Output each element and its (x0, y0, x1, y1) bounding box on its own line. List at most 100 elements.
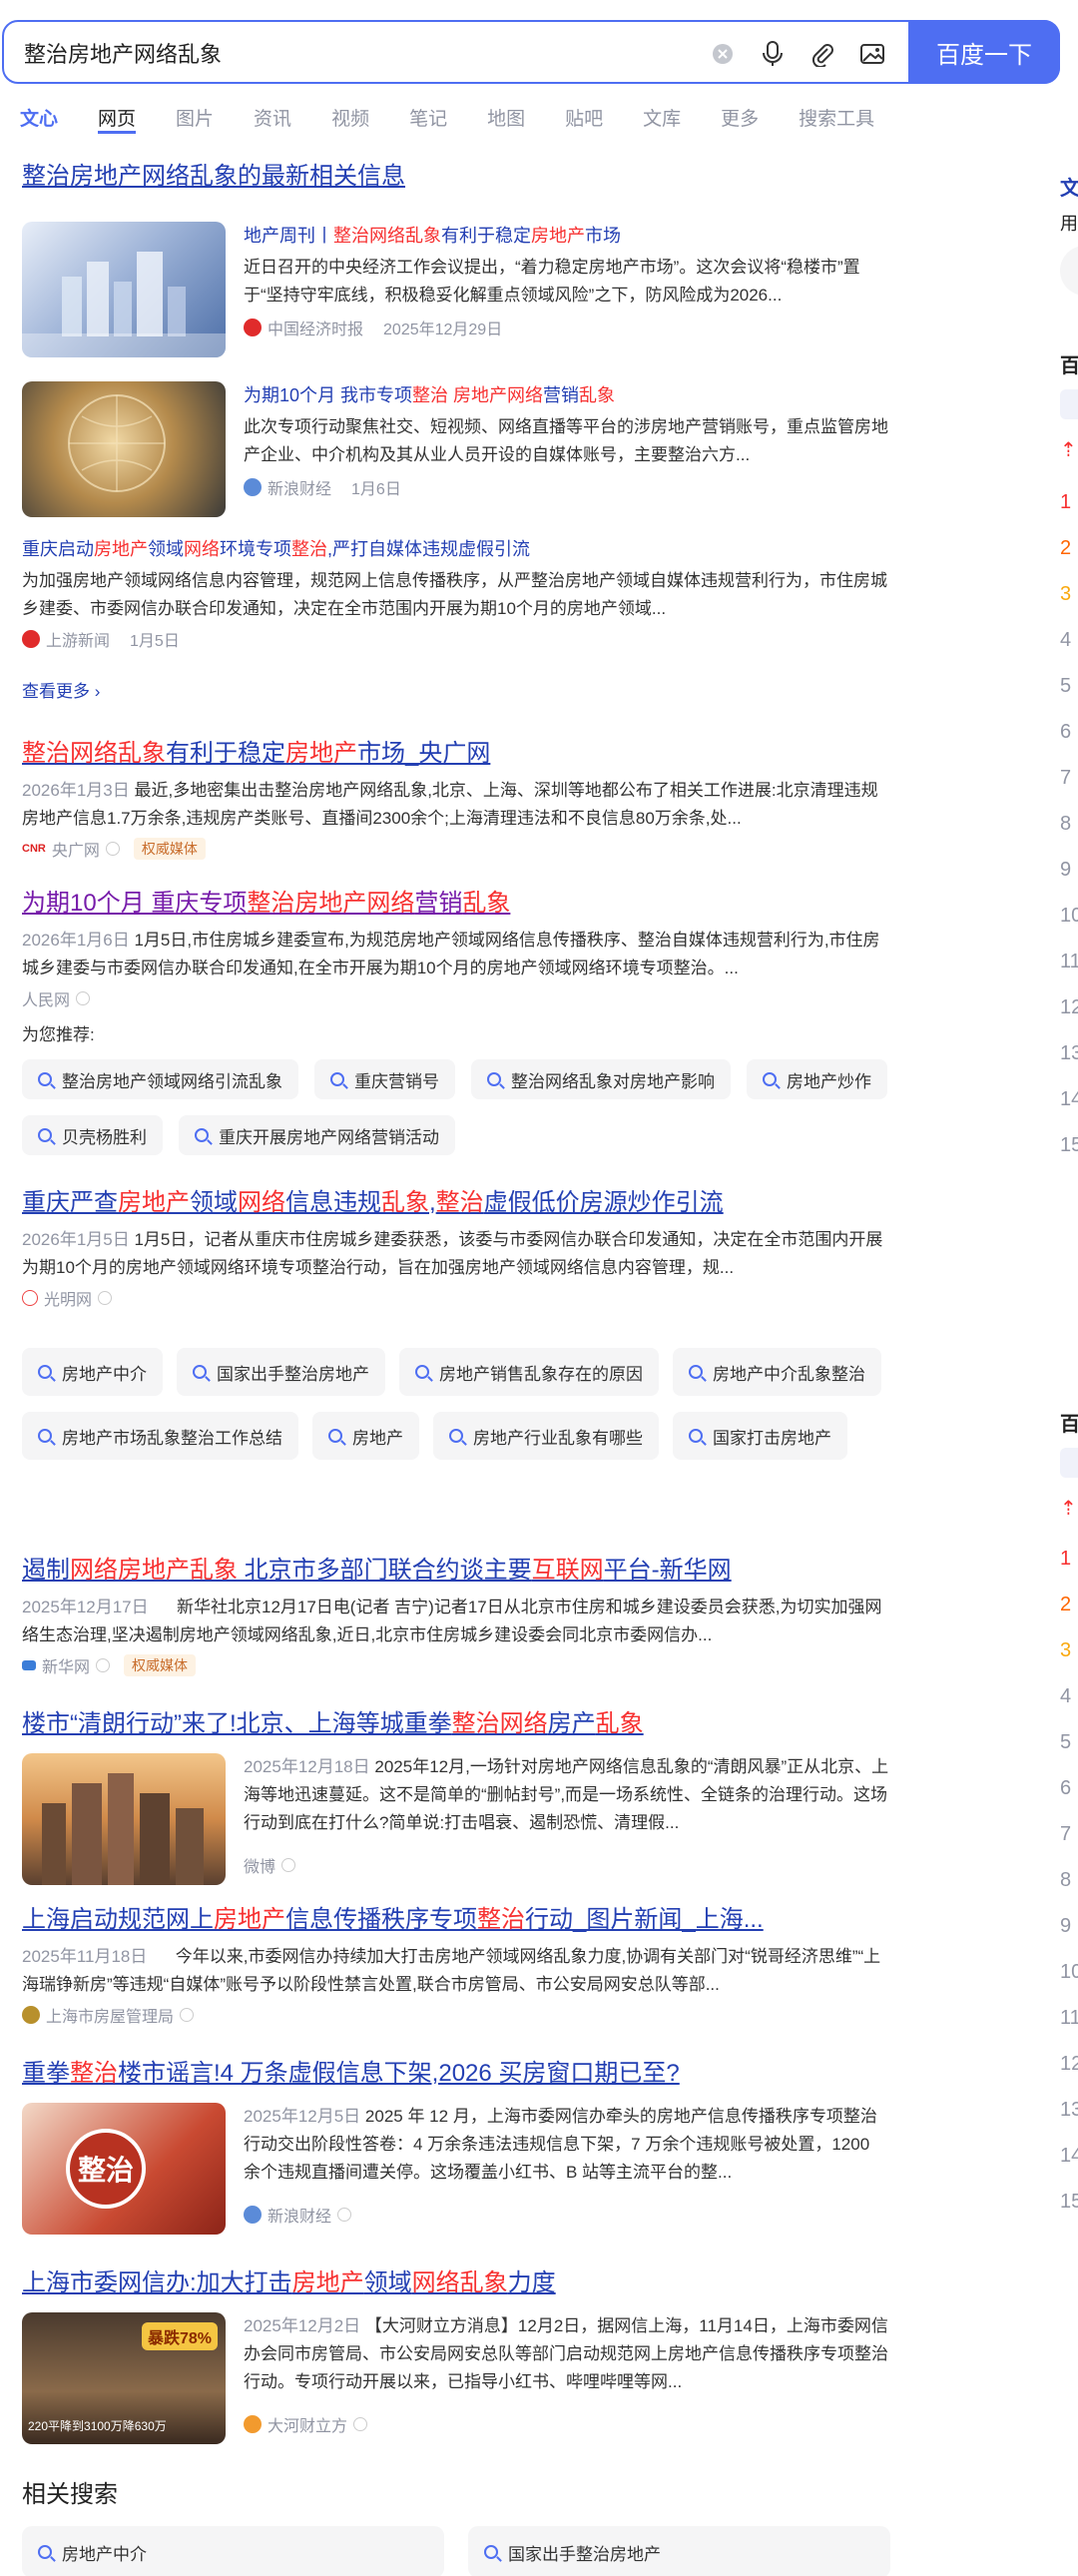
sidebar-tab[interactable] (1060, 389, 1078, 419)
rank-number: 4 (1060, 629, 1072, 651)
result-title[interactable]: 为期10个月 重庆专项整治房地产网络营销乱象 (22, 887, 890, 921)
result-title[interactable]: 楼市“清朗行动”来了!北京、上海等城重拳整治网络房产乱象 (22, 1707, 890, 1741)
news-abstract: 近日召开的中央经济工作会议提出，“着力稳定房地产市场”。这次会议将“稳楼市”置于… (244, 258, 860, 305)
news-source[interactable]: 新浪财经 1月6日 (244, 475, 890, 499)
news-date: 1月6日 (351, 481, 401, 498)
result-date: 2026年1月6日 (22, 931, 130, 950)
result-source[interactable]: 人民网 (22, 986, 890, 1010)
news-thumbnail[interactable] (22, 381, 226, 517)
result-title[interactable]: 上海市委网信办:加大打击房地产领域网络乱象力度 (22, 2266, 890, 2300)
result-title[interactable]: 重拳整治楼市谣言!4 万条虚假信息下架,2026 买房窗口期已至? (22, 2057, 890, 2091)
recommend-chip[interactable]: 整治网络乱象对房地产影响 (471, 1059, 731, 1099)
related-chip[interactable]: 国家出手整治房地产 (177, 1348, 385, 1396)
result-text: 1月5日,市住房城乡建委宣布,为规范房地产领域网络信息传播秩序、整治自媒体违规营… (22, 931, 880, 977)
result-text: 今年以来,市委网信办持续加大打击房地产领域网络乱象力度,协调有关部门对“锐哥经济… (22, 1947, 881, 1994)
search-input[interactable] (24, 38, 683, 68)
news-title[interactable]: 为期10个月 我市专项整治 房地产网络营销乱象 (244, 381, 890, 409)
related-chip[interactable]: 房地产 (312, 1412, 419, 1460)
rank-number: 2 (1060, 537, 1072, 559)
news-thumbnail[interactable] (22, 222, 226, 357)
result-title[interactable]: 遏制网络房地产乱象 北京市多部门联合约谈主要互联网平台-新华网 (22, 1554, 890, 1588)
latest-header[interactable]: 整治房地产网络乱象的最新相关信息 (22, 160, 880, 194)
tab-tieba[interactable]: 贴吧 (565, 104, 603, 134)
result-source[interactable]: 新华网 权威媒体 (22, 1653, 890, 1677)
rank-number: 14 (1060, 1088, 1078, 1110)
search-icon (449, 1429, 463, 1443)
result-title[interactable]: 上海启动规范网上房地产信息传播秩序专项整治行动_图片新闻_上海... (22, 1903, 890, 1937)
search-icon (38, 1365, 52, 1379)
tab-search-tools[interactable]: 搜索工具 (799, 104, 874, 134)
recommend-chip[interactable]: 贝壳杨胜利 (22, 1115, 163, 1155)
attachment-icon[interactable] (807, 38, 838, 70)
result-source[interactable]: 微博 (244, 1853, 890, 1877)
tab-video[interactable]: 视频 (331, 104, 369, 134)
related-search-chip[interactable]: 房地产中介 (22, 2526, 444, 2576)
clear-icon[interactable] (707, 38, 739, 70)
search-tabs: 文心 网页 图片 资讯 视频 笔记 地图 贴吧 文库 更多 搜索工具 (20, 104, 874, 134)
sidebar-tab[interactable] (1060, 1448, 1078, 1478)
source-name: 新华网 (42, 1659, 91, 1676)
result-thumbnail[interactable]: 暴跌78% 220平降到3100万降630万 (22, 2312, 226, 2444)
news-title[interactable]: 地产周刊丨整治网络乱象有利于稳定房地产市场 (244, 222, 890, 250)
rank-number: 11 (1060, 2007, 1078, 2029)
info-dot-icon (353, 2417, 368, 2431)
guangming-logo-icon (22, 1290, 38, 1306)
recommend-chip[interactable]: 整治房地产领域网络引流乱象 (22, 1059, 298, 1099)
info-dot-icon (105, 842, 120, 856)
result-source[interactable]: 新浪财经 (244, 2203, 890, 2227)
recommend-chip[interactable]: 重庆开展房地产网络营销活动 (179, 1115, 455, 1155)
result-source[interactable]: 上海市房屋管理局 (22, 2003, 890, 2027)
thumb-label: 整治 (66, 2129, 146, 2209)
see-more-link[interactable]: 查看更多 › (22, 677, 100, 702)
related-search-chip[interactable]: 国家出手整治房地产 (468, 2526, 890, 2576)
related-chip[interactable]: 房地产中介乱象整治 (673, 1348, 881, 1396)
rank-number: 1 (1060, 491, 1072, 513)
tab-wenku[interactable]: 文库 (643, 104, 681, 134)
search-icon (38, 2545, 52, 2559)
tab-images[interactable]: 图片 (176, 104, 214, 134)
related-chip[interactable]: 国家打击房地产 (673, 1412, 847, 1460)
source-name: 微博 (244, 1859, 276, 1876)
result-thumbnail[interactable]: 整治 (22, 2103, 226, 2235)
tab-notes[interactable]: 笔记 (409, 104, 447, 134)
authority-badge: 权威媒体 (124, 1654, 197, 1676)
news-source[interactable]: 中国经济时报 2025年12月29日 (244, 316, 890, 339)
result-source[interactable]: 大河财立方 (244, 2412, 890, 2436)
tab-wenxin[interactable]: 文心 (20, 104, 58, 134)
search-icon (689, 1365, 703, 1379)
news-title[interactable]: 重庆启动房地产领域网络环境专项整治,严打自媒体违规虚假引流 (22, 535, 890, 563)
search-box: 百度一下 (2, 20, 1060, 84)
sidebar-card[interactable] (1060, 246, 1078, 296)
result-item: 整治网络乱象有利于稳定房地产市场_央广网 2026年1月3日 最近,多地密集出击… (22, 737, 890, 861)
result-title[interactable]: 重庆严查房地产领域网络信息违规乱象,整治虚假低价房源炒作引流 (22, 1186, 890, 1220)
tab-news[interactable]: 资讯 (254, 104, 291, 134)
tab-web[interactable]: 网页 (98, 104, 137, 134)
result-thumbnail[interactable] (22, 1753, 226, 1885)
authority-badge: 权威媒体 (133, 838, 206, 860)
related-chip[interactable]: 房地产市场乱象整治工作总结 (22, 1412, 298, 1460)
result-title[interactable]: 整治网络乱象有利于稳定房地产市场_央广网 (22, 737, 890, 771)
search-button[interactable]: 百度一下 (908, 20, 1060, 84)
search-icon (415, 1365, 429, 1379)
image-search-icon[interactable] (856, 38, 888, 70)
recommend-chip[interactable]: 房地产炒作 (747, 1059, 887, 1099)
source-logo-icon (244, 478, 262, 496)
related-chip[interactable]: 房地产销售乱象存在的原因 (399, 1348, 659, 1396)
result-source[interactable]: 光明网 (22, 1286, 890, 1310)
result-item: 上海启动规范网上房地产信息传播秩序专项整治行动_图片新闻_上海... 2025年… (22, 1903, 890, 2027)
result-item: 重拳整治楼市谣言!4 万条虚假信息下架,2026 买房窗口期已至? 整治 202… (22, 2057, 890, 2235)
related-chip[interactable]: 房地产中介 (22, 1348, 163, 1396)
result-text: 新华社北京12月17日电(记者 吉宁)记者17日从北京市住房和城乡建设委员会获悉… (22, 1598, 882, 1644)
microphone-icon[interactable] (757, 38, 789, 70)
source-name: 人民网 (22, 992, 71, 1009)
tab-map[interactable]: 地图 (487, 104, 525, 134)
rank-number: 11 (1060, 951, 1078, 972)
rank-number: 9 (1060, 1915, 1072, 1937)
news-date: 2025年12月29日 (383, 322, 503, 338)
related-chip[interactable]: 房地产行业乱象有哪些 (433, 1412, 659, 1460)
result-source[interactable]: CNR 央广网 权威媒体 (22, 837, 890, 861)
tab-more[interactable]: 更多 (721, 104, 759, 134)
recommend-chip[interactable]: 重庆营销号 (314, 1059, 455, 1099)
source-logo-icon (244, 319, 262, 336)
news-source[interactable]: 上游新闻 1月5日 (22, 627, 890, 651)
